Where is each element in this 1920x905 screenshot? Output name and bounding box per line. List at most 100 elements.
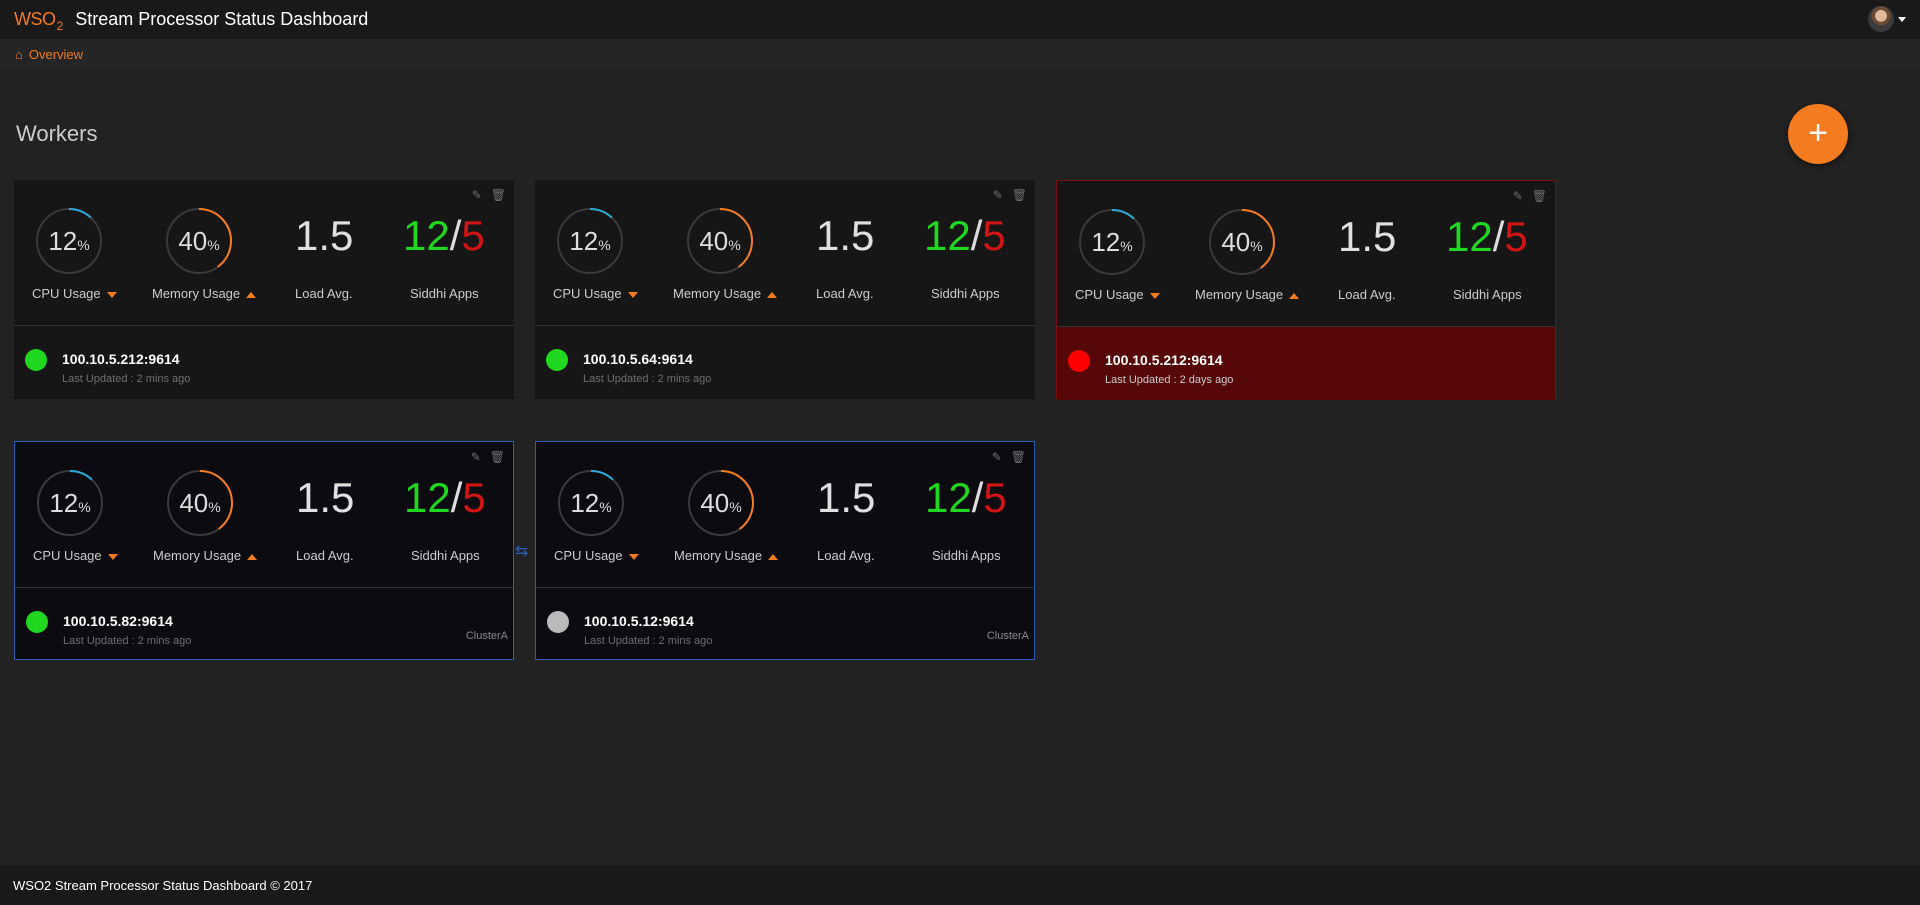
load-average-value: 1.5 <box>296 474 355 521</box>
cpu-gauge: 12% <box>35 468 105 538</box>
percent-sign: % <box>599 499 612 515</box>
add-worker-button[interactable]: + <box>1788 104 1848 164</box>
apps-active: 12 <box>404 474 451 521</box>
worker-card[interactable]: ✎ 🗑 12% CPU Usage 40 % Memory Usage 1.5 … <box>535 441 1035 660</box>
status-indicator <box>25 349 47 371</box>
logo-subscript: 2 <box>56 18 64 33</box>
load-label: Load Avg. <box>817 548 875 563</box>
user-menu[interactable] <box>1868 6 1906 32</box>
cluster-link-icon: ⇆ <box>515 543 529 560</box>
worker-host[interactable]: 100.10.5.212:9614 <box>1105 352 1223 368</box>
load-label: Load Avg. <box>1338 287 1396 302</box>
memory-label: Memory Usage <box>674 548 779 563</box>
trend-up-icon <box>767 291 778 298</box>
apps-label: Siddhi Apps <box>932 548 1001 563</box>
worker-card[interactable]: ✎ 🗑 12% CPU Usage 40 % Memory Usage 1.5 … <box>535 180 1035 399</box>
worker-info: 100.10.5.64:9614 Last Updated : 2 mins a… <box>535 326 1035 399</box>
percent-sign: % <box>207 237 220 253</box>
cpu-label: CPU Usage <box>554 548 639 563</box>
last-updated: Last Updated : 2 mins ago <box>62 373 191 385</box>
worker-host[interactable]: 100.10.5.82:9614 <box>63 613 173 629</box>
memory-gauge: 40% <box>1207 207 1277 277</box>
apps-inactive: 5 <box>982 212 1006 259</box>
percent-sign: % <box>1120 238 1133 254</box>
avatar[interactable] <box>1868 6 1894 32</box>
apps-active: 12 <box>403 212 450 259</box>
worker-info: 100.10.5.12:9614 Last Updated : 2 mins a… <box>536 588 1034 661</box>
worker-card[interactable]: ✎ 🗑 12% CPU Usage 40 % Memory Usage 1.5 … <box>14 180 514 399</box>
apps-inactive: 5 <box>983 474 1007 521</box>
cpu-gauge: 12% <box>34 206 104 276</box>
page-footer: WSO2 Stream Processor Status Dashboard ©… <box>0 865 1920 905</box>
worker-info: 100.10.5.212:9614 Last Updated : 2 days … <box>1057 327 1555 400</box>
memory-gauge: 40% <box>164 206 234 276</box>
apps-active: 12 <box>924 212 971 259</box>
percent-sign: % <box>78 499 91 515</box>
gauge-value: 12 <box>570 487 600 518</box>
gauge-value: 40 <box>178 225 208 256</box>
breadcrumb-overview[interactable]: Overview <box>29 47 83 62</box>
worker-metrics: 12% CPU Usage 40% Memory Usage 1.5 Load … <box>14 180 514 326</box>
worker-host[interactable]: 100.10.5.64:9614 <box>583 351 693 367</box>
logo-text: WSO <box>14 9 56 29</box>
trend-down-icon <box>107 553 118 560</box>
memory-label-text: Memory Usage <box>152 286 241 301</box>
cpu-label-text: CPU Usage <box>33 548 102 563</box>
percent-sign: % <box>728 237 741 253</box>
load-average-value: 1.5 <box>295 212 354 259</box>
apps-inactive: 5 <box>462 474 486 521</box>
chevron-down-icon[interactable] <box>1898 16 1906 22</box>
worker-host[interactable]: 100.10.5.212:9614 <box>62 351 180 367</box>
worker-info: 100.10.5.82:9614 Last Updated : 2 mins a… <box>15 588 513 661</box>
cpu-label-text: CPU Usage <box>1075 287 1144 302</box>
siddhi-apps-count: 12/5 <box>403 212 485 259</box>
trend-up-icon <box>247 553 258 560</box>
load-average-value: 1.5 <box>816 212 875 259</box>
percent-sign: % <box>598 237 611 253</box>
memory-label-text: Memory Usage <box>153 548 242 563</box>
breadcrumb: ⌂ Overview <box>0 39 1920 69</box>
top-app-bar: WSO 2 Stream Processor Status Dashboard <box>0 0 1920 39</box>
percent-sign: % <box>77 237 90 253</box>
memory-label: Memory Usage <box>152 286 257 301</box>
memory-gauge: 40% <box>165 468 235 538</box>
last-updated: Last Updated : 2 days ago <box>1105 374 1234 386</box>
gauge-value: 40 <box>179 487 209 518</box>
gauge-value: 40 <box>700 487 730 518</box>
gauge-value: 12 <box>1091 226 1121 257</box>
apps-label: Siddhi Apps <box>411 548 480 563</box>
worker-metrics: 12% CPU Usage 40% Memory Usage 1.5 Load … <box>15 442 513 588</box>
page-title: Workers <box>16 121 98 146</box>
cpu-gauge: 12% <box>556 468 626 538</box>
memory-label: Memory Usage <box>1195 287 1300 302</box>
siddhi-apps-count: 12/5 <box>404 474 486 521</box>
worker-host[interactable]: 100.10.5.12:9614 <box>584 613 694 629</box>
memory-label-text: Memory Usage <box>674 548 763 563</box>
apps-label: Siddhi Apps <box>410 286 479 301</box>
percent-sign: % <box>1250 238 1263 254</box>
load-label: Load Avg. <box>295 286 353 301</box>
memory-gauge: 40% <box>686 468 756 538</box>
trend-down-icon <box>1149 292 1160 299</box>
worker-card[interactable]: ✎ 🗑 12% CPU Usage 40 % Memory Usage 1.5 … <box>14 441 514 660</box>
cpu-label: CPU Usage <box>553 286 638 301</box>
worker-card[interactable]: ✎ 🗑 12% CPU Usage 40 % Memory Usage 1.5 … <box>1056 180 1556 400</box>
trend-down-icon <box>628 553 639 560</box>
memory-gauge: 40% <box>685 206 755 276</box>
apps-active: 12 <box>1446 213 1493 260</box>
cluster-name: ClusterA <box>465 630 508 642</box>
cpu-gauge: 12% <box>1077 207 1147 277</box>
cpu-label: CPU Usage <box>32 286 117 301</box>
percent-sign: % <box>208 499 221 515</box>
home-icon[interactable]: ⌂ <box>15 47 23 62</box>
gauge-value: 40 <box>1221 226 1251 257</box>
trend-up-icon <box>246 291 257 298</box>
apps-label: Siddhi Apps <box>931 286 1000 301</box>
status-indicator <box>26 611 48 633</box>
memory-label: Memory Usage <box>673 286 778 301</box>
status-indicator <box>1068 350 1090 372</box>
wso2-logo[interactable]: WSO 2 <box>14 0 63 39</box>
load-average-value: 1.5 <box>817 474 876 521</box>
apps-active: 12 <box>925 474 972 521</box>
load-label: Load Avg. <box>296 548 354 563</box>
